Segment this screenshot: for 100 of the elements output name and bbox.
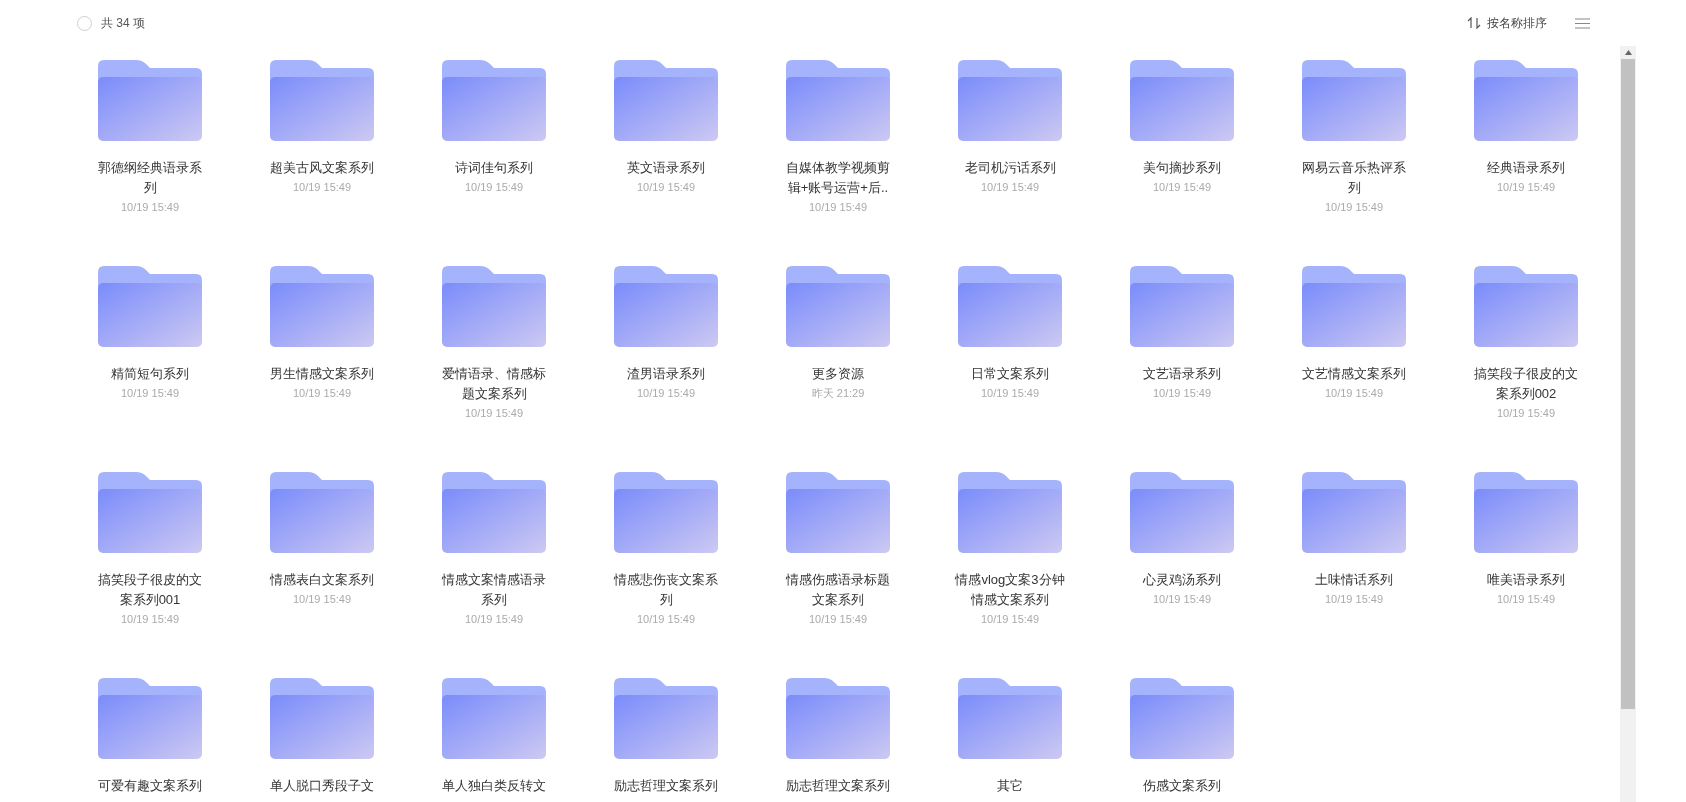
- folder-date: 10/19 15:49: [1496, 406, 1556, 421]
- folder-name[interactable]: 搞笑段子很皮的文案系列002: [1468, 364, 1584, 404]
- folder-icon: [270, 472, 374, 554]
- folder-name[interactable]: 可爱有趣文案系列: [92, 776, 208, 796]
- folder-icon: [786, 266, 890, 348]
- folder-icon: [958, 60, 1062, 142]
- folder-name[interactable]: 情感vlog文案3分钟情感文案系列: [952, 570, 1068, 610]
- folder-date: 10/19 15:49: [1152, 386, 1212, 401]
- folder-date: 10/19 15:49: [980, 612, 1040, 627]
- folder-icon: [958, 472, 1062, 554]
- folder-name[interactable]: 英文语录系列: [608, 158, 724, 178]
- folder-date: 昨天 21:29: [811, 386, 865, 401]
- folder-name[interactable]: 自媒体教学视频剪辑+账号运营+后..: [780, 158, 896, 198]
- folder-name[interactable]: 伤感文案系列: [1124, 776, 1240, 796]
- folder-name[interactable]: 老司机污话系列: [952, 158, 1068, 178]
- folder-date: 10/19 15:49: [292, 592, 352, 607]
- folder-name[interactable]: 土味情话系列: [1296, 570, 1412, 590]
- folder-icon: [614, 266, 718, 348]
- folder-name[interactable]: 诗词佳句系列: [436, 158, 552, 178]
- folder-icon: [958, 678, 1062, 760]
- folder-icon: [1302, 266, 1406, 348]
- folder-icon: [1302, 60, 1406, 142]
- folder-icon: [614, 472, 718, 554]
- folder-icon: [1130, 472, 1234, 554]
- folder-name[interactable]: 情感伤感语录标题文案系列: [780, 570, 896, 610]
- folder-date: 10/19 15:49: [464, 406, 524, 421]
- folder-date: 10/19 15:49: [808, 612, 868, 627]
- folder-date: 10/19 15:49: [1152, 180, 1212, 195]
- folder-icon: [442, 678, 546, 760]
- folder-name[interactable]: 精简短句系列: [92, 364, 208, 384]
- folder-name[interactable]: 搞笑段子很皮的文案系列001: [92, 570, 208, 610]
- folder-name[interactable]: 单人独白类反转文: [436, 776, 552, 796]
- scrollbar[interactable]: [1620, 46, 1636, 802]
- folder-date: 10/19 15:49: [120, 612, 180, 627]
- folder-name[interactable]: 更多资源: [780, 364, 896, 384]
- folder-name[interactable]: 单人脱口秀段子文: [264, 776, 380, 796]
- folder-name[interactable]: 情感表白文案系列: [264, 570, 380, 590]
- folder-date: 10/19 15:49: [980, 386, 1040, 401]
- folder-date: 10/19 15:49: [808, 200, 868, 215]
- folder-name[interactable]: 情感悲伤丧文案系列: [608, 570, 724, 610]
- folder-name[interactable]: 唯美语录系列: [1468, 570, 1584, 590]
- folder-date: 10/19 15:49: [120, 200, 180, 215]
- folder-icon: [786, 678, 890, 760]
- scroll-up-icon[interactable]: [1624, 50, 1632, 55]
- folder-icon: [1474, 472, 1578, 554]
- folder-name[interactable]: 励志哲理文案系列: [608, 776, 724, 796]
- folder-icon: [98, 266, 202, 348]
- folder-icon: [270, 60, 374, 142]
- folder-name[interactable]: 其它: [952, 776, 1068, 796]
- folder-name[interactable]: 文艺情感文案系列: [1296, 364, 1412, 384]
- folder-icon: [270, 678, 374, 760]
- folder-name[interactable]: 男生情感文案系列: [264, 364, 380, 384]
- folder-icon: [614, 60, 718, 142]
- folder-date: 10/19 15:49: [1496, 592, 1556, 607]
- folder-name[interactable]: 励志哲理文案系列: [780, 776, 896, 796]
- folder-date: 10/19 15:49: [636, 180, 696, 195]
- folder-date: 10/19 15:49: [464, 612, 524, 627]
- folder-date: 10/19 15:49: [1152, 592, 1212, 607]
- folder-icon: [614, 678, 718, 760]
- folder-icon: [958, 266, 1062, 348]
- folder-icon: [1302, 472, 1406, 554]
- folder-name[interactable]: 超美古风文案系列: [264, 158, 380, 178]
- folder-date: 10/19 15:49: [292, 180, 352, 195]
- folder-icon: [98, 678, 202, 760]
- folder-name[interactable]: 美句摘抄系列: [1124, 158, 1240, 178]
- folder-icon: [442, 266, 546, 348]
- sort-icon: [1467, 17, 1481, 29]
- folder-name[interactable]: 渣男语录系列: [608, 364, 724, 384]
- folder-date: 10/19 15:49: [636, 386, 696, 401]
- sort-button[interactable]: 按名称排序: [1467, 14, 1547, 32]
- folder-icon: [1130, 60, 1234, 142]
- item-count: 共 34 项: [101, 15, 145, 32]
- folder-date: 10/19 15:49: [464, 180, 524, 195]
- folder-icon: [786, 60, 890, 142]
- folder-date: 10/19 15:49: [1324, 592, 1384, 607]
- folder-icon: [1474, 266, 1578, 348]
- folder-date: 10/19 15:49: [292, 386, 352, 401]
- folder-date: 10/19 15:49: [1496, 180, 1556, 195]
- folder-name[interactable]: 心灵鸡汤系列: [1124, 570, 1240, 590]
- folder-icon: [786, 472, 890, 554]
- folder-date: 10/19 15:49: [120, 386, 180, 401]
- folder-name[interactable]: 情感文案情感语录系列: [436, 570, 552, 610]
- folder-icon: [442, 60, 546, 142]
- menu-icon[interactable]: [1575, 17, 1590, 29]
- folder-date: 10/19 15:49: [636, 612, 696, 627]
- folder-icon: [1130, 678, 1234, 760]
- folder-date: 10/19 15:49: [1324, 386, 1384, 401]
- folder-icon: [1474, 60, 1578, 142]
- folder-icon: [270, 266, 374, 348]
- folder-name[interactable]: 文艺语录系列: [1124, 364, 1240, 384]
- folder-name[interactable]: 网易云音乐热评系列: [1296, 158, 1412, 198]
- folder-name[interactable]: 爱情语录、情感标题文案系列: [436, 364, 552, 404]
- folder-name[interactable]: 日常文案系列: [952, 364, 1068, 384]
- folder-icon: [1130, 266, 1234, 348]
- folder-name[interactable]: 郭德纲经典语录系列: [92, 158, 208, 198]
- folder-icon: [98, 60, 202, 142]
- folder-date: 10/19 15:49: [1324, 200, 1384, 215]
- folder-icon: [442, 472, 546, 554]
- folder-name[interactable]: 经典语录系列: [1468, 158, 1584, 178]
- folder-date: 10/19 15:49: [980, 180, 1040, 195]
